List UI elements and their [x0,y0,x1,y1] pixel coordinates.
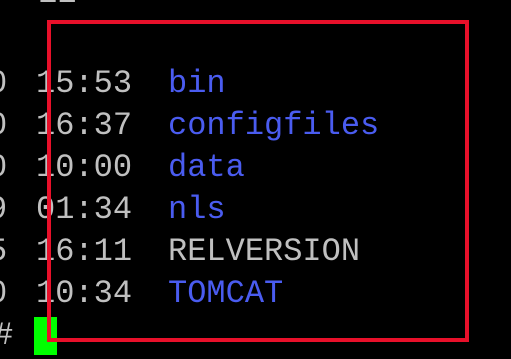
listing-row-bin: 0 15:53 bin [0,64,226,104]
row-time: 16:37 [36,107,133,144]
prompt-symbol: # [0,316,13,356]
row-time: 10:34 [36,275,133,312]
row-name: nls [168,191,226,228]
partial-line-top: 11 [38,0,76,14]
row-time: 16:11 [36,233,133,270]
row-name: bin [168,65,226,102]
listing-row-configfiles: 0 16:37 configfiles [0,106,379,146]
listing-row-tomcat: 0 10:34 TOMCAT [0,274,283,314]
row-prefix: 0 [0,64,7,104]
row-prefix: 9 [0,190,7,230]
row-prefix: 0 [0,106,7,146]
terminal-window[interactable]: 11 0 15:53 bin 0 16:37 configfiles 0 10:… [0,0,511,359]
row-time: 01:34 [36,191,133,228]
row-time: 10:00 [36,149,133,186]
row-name: TOMCAT [168,275,284,312]
row-name: data [168,149,245,186]
row-name: configfiles [168,107,380,144]
row-time: 15:53 [36,65,133,102]
row-prefix: 0 [0,148,7,188]
listing-row-nls: 9 01:34 nls [0,190,226,230]
text-cursor [34,317,57,355]
row-prefix: 5 [0,232,7,272]
listing-row-relversion: 5 16:11 RELVERSION [0,232,360,272]
listing-row-data: 0 10:00 data [0,148,245,188]
row-name: RELVERSION [168,233,361,270]
row-prefix: 0 [0,274,7,314]
